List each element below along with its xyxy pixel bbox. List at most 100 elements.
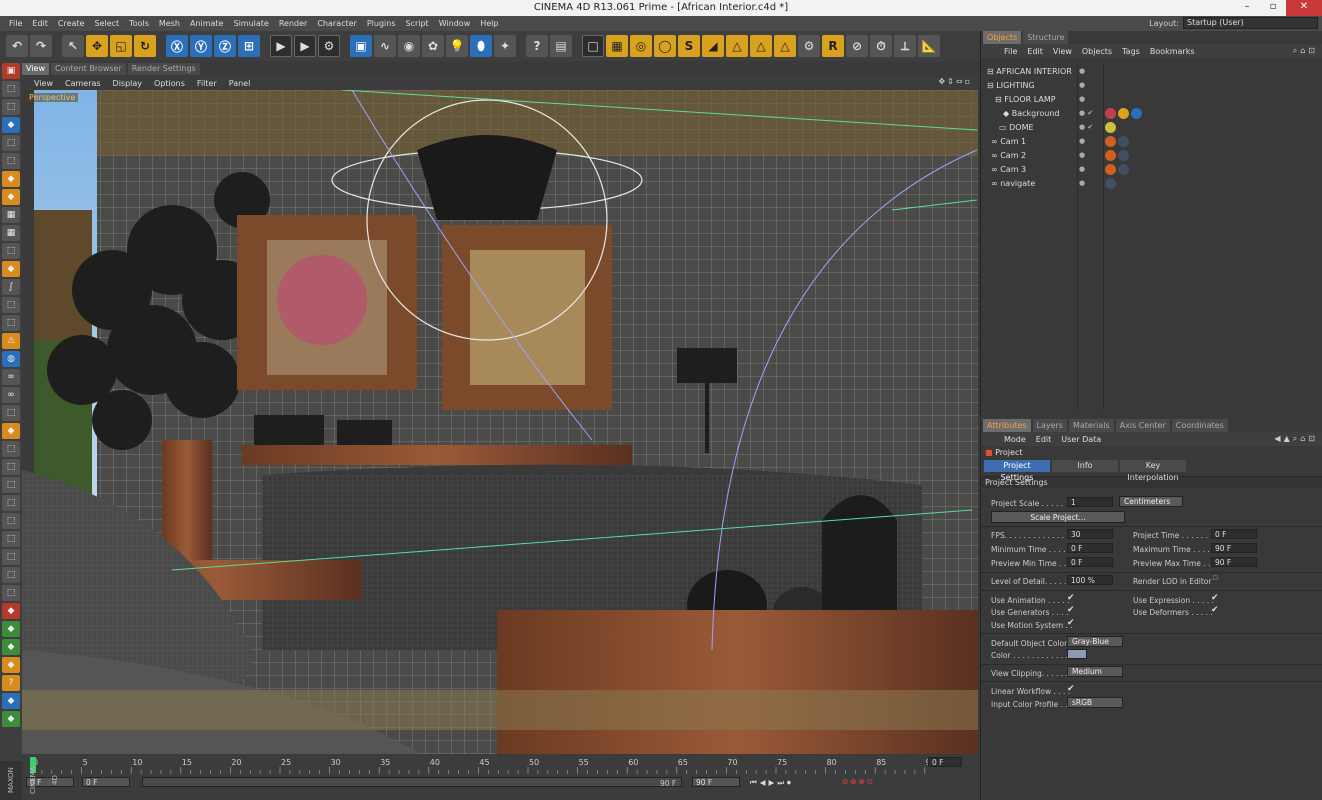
project-scale-field[interactable]: 1 [1067,497,1113,507]
use-deformers-checkbox[interactable]: ✔ [1211,605,1219,615]
minimize-button[interactable]: – [1234,0,1260,16]
min-frame-field[interactable]: 0 F [82,777,130,787]
cylinder-tool-icon[interactable]: ◆ [2,189,20,205]
tag-icons[interactable] [1105,149,1129,161]
menu-tools[interactable]: Tools [124,19,154,28]
close-button[interactable]: ✕ [1286,0,1322,16]
tool-icon-n[interactable]: ⬚ [2,531,20,547]
default-color-dropdown[interactable]: Gray-Blue [1067,636,1123,647]
maximize-button[interactable]: ▫ [1260,0,1286,16]
lod-field[interactable]: 100 % [1067,575,1113,585]
tab-layers[interactable]: Layers [1032,419,1067,432]
protection-tag-icon[interactable] [1105,135,1116,147]
object-row[interactable]: ∞ Cam 3 ● [981,162,1322,176]
visibility-dots[interactable]: ● [1079,95,1085,103]
light-icon[interactable]: 💡 [446,35,468,57]
vmenu-cameras[interactable]: Cameras [59,79,107,88]
help-search-icon[interactable]: ? [526,35,548,57]
checker-icon-2[interactable]: ▦ [2,225,20,241]
sculpt-icon[interactable]: ⚙ [798,35,820,57]
tool-icon-h[interactable]: ⬚ [2,405,20,421]
rotate-icon[interactable]: ↻ [134,35,156,57]
plugin-icon[interactable]: ◆ [2,711,20,727]
range-slider[interactable] [142,777,682,787]
infinity-icon-2[interactable]: ∞ [2,387,20,403]
checker-icon[interactable]: ▦ [2,207,20,223]
help-icon[interactable]: ? [2,675,20,691]
deformer-icon[interactable]: ⬮ [470,35,492,57]
visibility-dots[interactable]: ● [1079,151,1085,159]
edges-mode-icon[interactable]: S [678,35,700,57]
vmenu-panel[interactable]: Panel [223,79,257,88]
object-row[interactable]: ⊟ LIGHTING ● [981,78,1322,92]
python-icon[interactable]: ◆ [2,693,20,709]
menu-select[interactable]: Select [89,19,124,28]
tool-icon-k[interactable]: ⬚ [2,477,20,493]
workplane-icon[interactable]: △ [774,35,796,57]
objmenu-edit[interactable]: Edit [1022,47,1048,56]
visibility-dots[interactable]: ● [1079,137,1085,145]
tool-icon-a[interactable]: ⬚ [2,81,20,97]
polygons-mode-icon[interactable]: ◢ [702,35,724,57]
use-motion-checkbox[interactable]: ✔ [1067,618,1075,628]
camera-tag-icon[interactable] [1118,149,1129,161]
timer-icon[interactable]: ⏱ [870,35,892,57]
warning-icon[interactable]: ⚠ [2,333,20,349]
tool-icon-i[interactable]: ⬚ [2,441,20,457]
subtab-project-settings[interactable]: Project Settings [984,460,1050,482]
red-tool-icon[interactable]: ◆ [2,603,20,619]
tool-icon-b[interactable]: ⬚ [2,99,20,115]
visibility-dots[interactable]: ● [1079,81,1085,89]
camera-tag-icon[interactable] [1105,177,1116,189]
preview-min-field[interactable]: 0 F [1067,557,1113,567]
protection-tag-icon[interactable] [1105,149,1116,161]
current-frame-field[interactable]: 0 F [928,757,962,767]
objmenu-file[interactable]: File [999,47,1022,56]
orange-tool-icon-2[interactable]: ◆ [2,657,20,673]
tab-materials[interactable]: Materials [1068,419,1114,432]
tag-icons[interactable] [1105,177,1116,189]
objmenu-tags[interactable]: Tags [1117,47,1145,56]
cube-tool-icon[interactable]: ◆ [2,117,20,133]
tag-icons[interactable] [1105,107,1142,119]
tab-attributes[interactable]: Attributes [983,419,1031,432]
make-editable-icon[interactable]: ▣ [2,63,20,79]
keyframe-buttons[interactable]: ⊘⊛⊕⊙ [842,777,875,786]
vmenu-display[interactable]: Display [107,79,149,88]
box-tool-icon[interactable]: ◆ [2,171,20,187]
axis-mode-icon[interactable]: △ [726,35,748,57]
linear-workflow-checkbox[interactable]: ✔ [1067,684,1075,694]
tab-axis-center[interactable]: Axis Center [1115,419,1170,432]
snap-icon[interactable]: △ [750,35,772,57]
min-time-field[interactable]: 0 F [1067,543,1113,553]
object-row[interactable]: ◆ Background ● ✔ [981,106,1322,120]
scale-unit-dropdown[interactable]: Centimeters [1119,496,1183,507]
tool-icon-e[interactable]: ⬚ [2,243,20,259]
orange-tool-icon[interactable]: ◆ [2,423,20,439]
tab-coordinates[interactable]: Coordinates [1171,419,1228,432]
use-generators-checkbox[interactable]: ✔ [1067,605,1075,615]
object-row[interactable]: ▭ DOME ● ✔ [981,120,1322,134]
render-tag-icon[interactable]: R [822,35,844,57]
attrmenu-edit[interactable]: Edit [1031,435,1057,444]
menu-window[interactable]: Window [434,19,476,28]
coordinate-system-icon[interactable]: ⊞ [238,35,260,57]
tab-view[interactable]: View [22,63,49,75]
search-icon[interactable]: ⌕⌂⊡ [1293,46,1318,56]
protection-tag-icon[interactable] [1105,163,1116,175]
camera-tag-icon[interactable] [1118,135,1129,147]
object-mode-icon[interactable]: ◯ [654,35,676,57]
subtab-info[interactable]: Info [1052,460,1118,472]
sky-tag-icon[interactable] [1105,121,1116,133]
attrmenu-user-data[interactable]: User Data [1056,435,1106,444]
visibility-dots[interactable]: ● [1079,67,1085,75]
live-selection-icon[interactable]: ↖ [62,35,84,57]
tweak-icon[interactable]: ◆ [2,261,20,277]
array-icon[interactable]: ✿ [422,35,444,57]
points-mode-icon[interactable]: ◎ [630,35,652,57]
tab-render-settings[interactable]: Render Settings [127,63,200,75]
project-time-field[interactable]: 0 F [1211,529,1257,539]
menu-edit[interactable]: Edit [27,19,53,28]
objmenu-view[interactable]: View [1048,47,1077,56]
texture-mode-icon[interactable]: ▦ [606,35,628,57]
